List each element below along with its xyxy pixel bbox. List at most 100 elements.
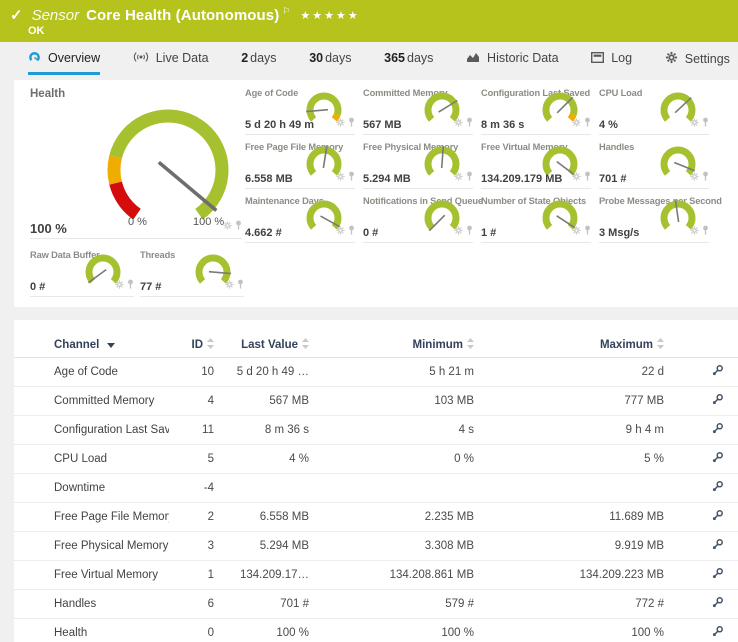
pin-icon[interactable] [702, 222, 709, 240]
column-header-minimum[interactable]: Minimum [309, 332, 474, 358]
channel-settings-icon[interactable] [711, 397, 724, 409]
table-row[interactable]: Free Physical Memory35.294 MB3.308 MB9.9… [14, 532, 738, 561]
tab-30-days[interactable]: 30days [309, 51, 351, 75]
gauge-cell-icons [690, 168, 709, 186]
gauge-cell-free-physical-memory[interactable]: Free Physical Memory 5.294 MB [363, 142, 473, 189]
table-row[interactable]: Handles6701 #579 #772 # [14, 590, 738, 619]
pin-icon[interactable] [127, 276, 134, 294]
channel-settings-icon[interactable] [711, 571, 724, 583]
gauge-cell-age-of-code[interactable]: Age of Code 5 d 20 h 49 m [245, 88, 355, 135]
tab-historic-data[interactable]: Historic Data [466, 51, 559, 75]
gear-icon[interactable] [572, 114, 581, 132]
gauge-cell-handles[interactable]: Handles 701 # [599, 142, 709, 189]
tab-label: days [325, 51, 351, 65]
tab-live-data[interactable]: Live Data [133, 51, 209, 75]
cell-minimum: 103 MB [309, 387, 474, 416]
channel-settings-icon[interactable] [711, 542, 724, 554]
tab-label: Historic Data [487, 51, 559, 65]
gear-icon[interactable] [115, 276, 124, 294]
gauge-cell-number-of-state-objects[interactable]: Number of State Objects 1 # [481, 196, 591, 243]
gear-icon[interactable] [690, 114, 699, 132]
gauge-cell-committed-memory[interactable]: Committed Memory 567 MB [363, 88, 473, 135]
gear-icon[interactable] [223, 217, 232, 235]
table-row[interactable]: Free Virtual Memory1134.209.17…134.208.8… [14, 561, 738, 590]
gauge-cell-health[interactable]: Health 0 % 100 % 100 % [30, 88, 242, 239]
pin-icon[interactable] [702, 114, 709, 132]
gear-icon[interactable] [454, 114, 463, 132]
gear-icon[interactable] [572, 168, 581, 186]
column-header-id[interactable]: ID [169, 332, 214, 358]
pin-icon[interactable] [584, 222, 591, 240]
pin-icon[interactable] [348, 222, 355, 240]
gear-icon[interactable] [454, 168, 463, 186]
gear-icon[interactable] [336, 114, 345, 132]
pin-icon[interactable] [584, 168, 591, 186]
column-label: ID [192, 339, 204, 351]
gear-icon[interactable] [454, 222, 463, 240]
tab-settings[interactable]: Settings [665, 51, 730, 75]
column-header-channel[interactable]: Channel [14, 332, 169, 358]
gauge-value: 5 d 20 h 49 m [245, 119, 314, 131]
channel-settings-icon[interactable] [711, 629, 724, 641]
table-row[interactable]: Committed Memory4567 MB103 MB777 MB [14, 387, 738, 416]
cell-minimum [309, 474, 474, 503]
priority-flag-icon[interactable]: ⚐ [282, 6, 290, 17]
channel-settings-icon[interactable] [711, 455, 724, 467]
pin-icon[interactable] [584, 114, 591, 132]
pin-icon[interactable] [466, 114, 473, 132]
column-header-last-value[interactable]: Last Value [214, 332, 309, 358]
gauge-cell-free-virtual-memory[interactable]: Free Virtual Memory 134.209.179 MB [481, 142, 591, 189]
gear-icon[interactable] [336, 222, 345, 240]
gear-icon[interactable] [690, 222, 699, 240]
pin-icon[interactable] [235, 217, 242, 235]
gear-icon[interactable] [336, 168, 345, 186]
table-row[interactable]: Free Page File Memory26.558 MB2.235 MB11… [14, 503, 738, 532]
gauge-cell-threads[interactable]: Threads 77 # [140, 250, 244, 297]
gauge-cell-raw-data-buffer[interactable]: Raw Data Buffer 0 # [30, 250, 134, 297]
table-row[interactable]: Age of Code105 d 20 h 49 …5 h 21 m22 d [14, 358, 738, 387]
gauge-cell-notifications-in-send-queue[interactable]: Notifications in Send Queue 0 # [363, 196, 473, 243]
table-row[interactable]: CPU Load54 %0 %5 % [14, 445, 738, 474]
tab-log[interactable]: Log [591, 51, 632, 75]
gauge-cell-cpu-load[interactable]: CPU Load 4 % [599, 88, 709, 135]
table-row[interactable]: Configuration Last Saved118 m 36 s4 s9 h… [14, 416, 738, 445]
pin-icon[interactable] [348, 168, 355, 186]
pin-icon[interactable] [466, 168, 473, 186]
gauge-scale-max: 100 % [193, 216, 224, 228]
table-row[interactable]: Health0100 %100 %100 % [14, 619, 738, 642]
channel-settings-icon[interactable] [711, 368, 724, 380]
health-gauge [68, 92, 268, 232]
cell-last-value: 8 m 36 s [214, 416, 309, 445]
gauge-cell-free-page-file-memory[interactable]: Free Page File Memory 6.558 MB [245, 142, 355, 189]
channel-settings-icon[interactable] [711, 600, 724, 612]
log-icon [591, 52, 604, 66]
gauge-value: 0 # [363, 227, 378, 239]
channel-settings-icon[interactable] [711, 513, 724, 525]
column-header-maximum[interactable]: Maximum [474, 332, 664, 358]
priority-stars[interactable]: ★★★★★ [300, 9, 359, 22]
cell-maximum: 5 % [474, 445, 664, 474]
gauge-title: Health [30, 88, 65, 100]
tab-365-days[interactable]: 365days [384, 51, 433, 75]
channel-settings-icon[interactable] [711, 426, 724, 438]
tab-2-days[interactable]: 2days [241, 51, 276, 75]
gauge-cell-configuration-last-saved[interactable]: Configuration Last Saved 8 m 36 s [481, 88, 591, 135]
tab-number: 30 [309, 51, 323, 65]
pin-icon[interactable] [237, 276, 244, 294]
pin-icon[interactable] [466, 222, 473, 240]
gauge-value: 77 # [140, 281, 161, 293]
sort-both-icon [463, 339, 474, 351]
tab-overview[interactable]: Overview [28, 51, 100, 75]
gauge-title: Threads [140, 250, 175, 260]
pin-icon[interactable] [702, 168, 709, 186]
channel-settings-icon[interactable] [711, 484, 724, 496]
cell-id: 0 [169, 619, 214, 642]
gear-icon[interactable] [690, 168, 699, 186]
gear-icon[interactable] [225, 276, 234, 294]
table-row[interactable]: Downtime-4 [14, 474, 738, 503]
pin-icon[interactable] [348, 114, 355, 132]
cell-minimum: 2.235 MB [309, 503, 474, 532]
gear-icon[interactable] [572, 222, 581, 240]
gauge-cell-probe-messages-per-second[interactable]: Probe Messages per Second 3 Msg/s [599, 196, 709, 243]
gauge-cell-maintenance-days[interactable]: Maintenance Days 4.662 # [245, 196, 355, 243]
